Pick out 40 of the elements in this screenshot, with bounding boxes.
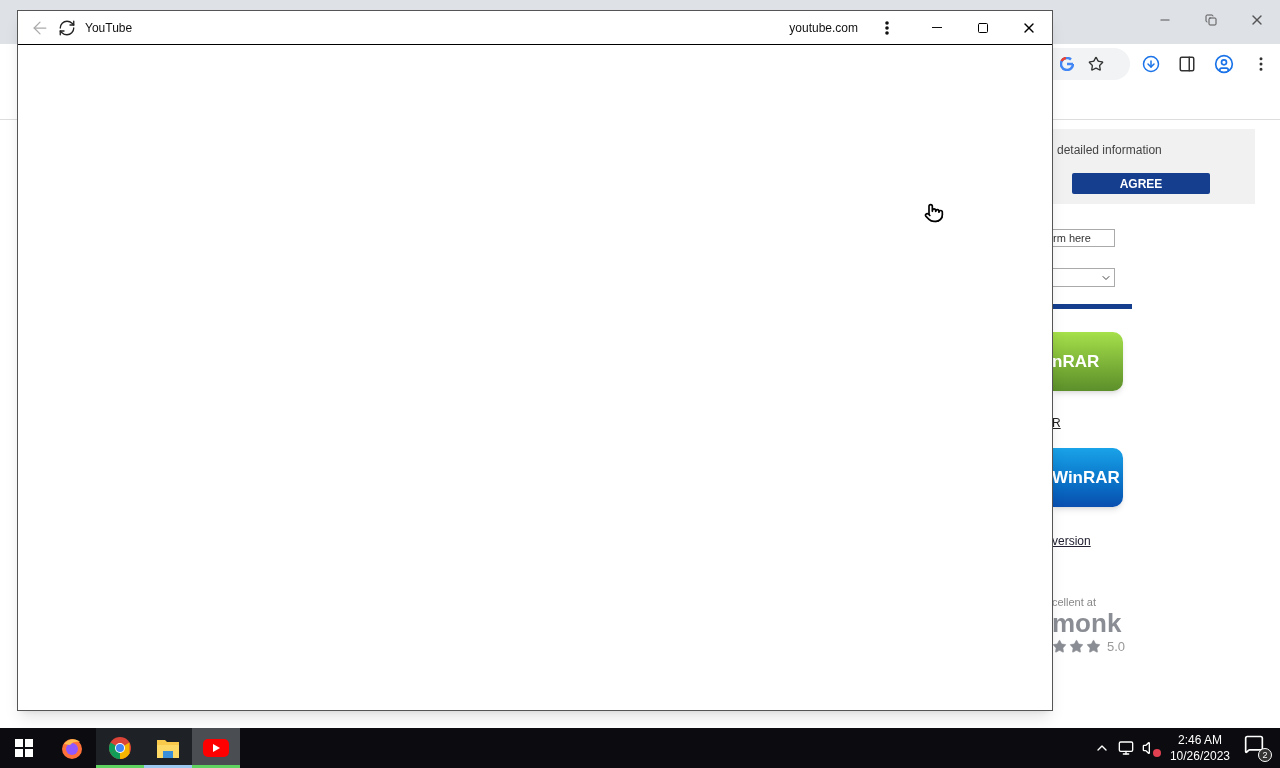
clock-date[interactable]: 10/26/2023 <box>1169 748 1230 764</box>
window-title: YouTube <box>85 19 133 37</box>
play-button-icon <box>203 739 229 757</box>
volume-icon[interactable] <box>1141 740 1158 756</box>
network-icon[interactable] <box>1117 740 1134 756</box>
fox-globe-icon <box>60 736 84 760</box>
g-logo-icon <box>1060 57 1074 71</box>
version-link[interactable]: version <box>1052 532 1091 550</box>
folder-icon <box>156 737 180 759</box>
maximize-icon <box>977 21 989 34</box>
download-icon[interactable] <box>1142 55 1160 73</box>
cookie-text: detailed information <box>1056 142 1162 159</box>
domain-label: youtube.com <box>789 19 858 37</box>
address-bar[interactable] <box>1052 48 1130 80</box>
search-field[interactable]: rm here <box>1052 229 1115 247</box>
star-icon <box>1052 638 1067 654</box>
taskbar-app-button[interactable] <box>144 728 192 768</box>
reload-icon <box>58 18 76 37</box>
chrome-ball-icon <box>108 736 132 760</box>
review-text: cellent at <box>1052 595 1097 610</box>
clock-time[interactable]: 2:46 AM <box>1177 732 1222 748</box>
notifications-button[interactable]: 2 <box>1244 734 1272 762</box>
text-link[interactable]: R <box>1052 414 1061 432</box>
review-brand: monk <box>1052 608 1122 637</box>
hand-cursor-icon <box>924 203 944 223</box>
star-icon <box>1069 638 1084 654</box>
rating-value: 5.0 <box>1107 637 1126 656</box>
restore-icon <box>1205 14 1217 26</box>
kebab-icon <box>885 20 889 35</box>
windows-logo-icon <box>15 739 33 757</box>
profile-icon[interactable] <box>1214 54 1234 74</box>
taskbar-app-button[interactable] <box>96 728 144 768</box>
minimize-icon <box>932 27 942 28</box>
star-icon <box>1086 638 1101 654</box>
buy-winrar-button[interactable]: WinRAR <box>1052 448 1123 507</box>
dropdown-select[interactable] <box>1052 268 1115 287</box>
side-panel-icon[interactable] <box>1178 55 1196 73</box>
bookmark-star-icon[interactable] <box>1088 56 1104 72</box>
agree-button[interactable]: AGREE <box>1072 173 1210 194</box>
reload-button[interactable] <box>58 18 76 37</box>
